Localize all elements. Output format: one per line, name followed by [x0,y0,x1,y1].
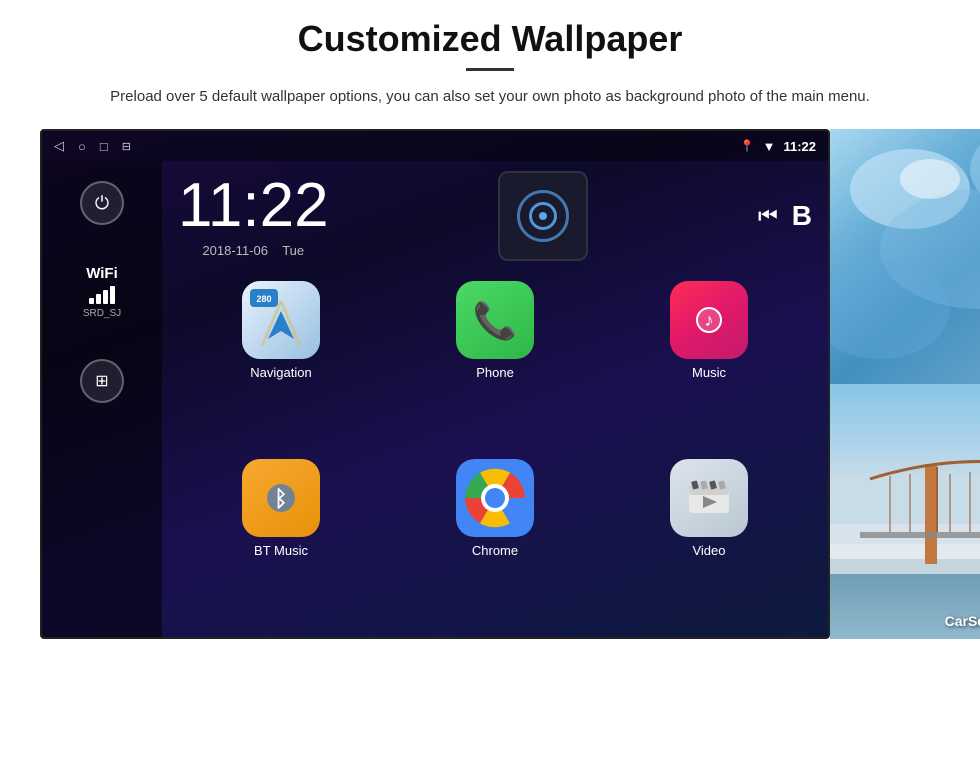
app-icon-video [670,459,748,537]
clock-date: 2018-11-06 Tue [178,243,329,258]
clock-date-value: 2018-11-06 [202,243,268,258]
wifi-widget-dot [539,212,547,220]
app-item-video[interactable]: Video [610,459,808,621]
status-bar: ◁ ○ □ ⊟ 📍 ▼ 11:22 [42,131,828,161]
ice-cave-svg [830,129,980,384]
app-label-music: Music [692,365,726,380]
wifi-bar-4 [110,286,115,304]
ice-wallpaper-visual [830,129,980,384]
power-icon: ⏻ [95,193,109,214]
device-body: ⏻ WiFi SRD_SJ ⊞ [42,161,828,637]
main-display: 11:22 2018-11-06 Tue [162,161,828,637]
app-icon-phone: 📞 [456,281,534,359]
app-label-navigation: Navigation [250,365,311,380]
app-item-phone[interactable]: 📞 Phone [396,281,594,443]
main-content: ◁ ○ □ ⊟ 📍 ▼ 11:22 ⏻ [40,129,940,639]
status-bar-right: 📍 ▼ 11:22 [740,139,816,154]
recents-nav-icon[interactable]: □ [100,139,108,154]
sidebar: ⏻ WiFi SRD_SJ ⊞ [42,161,162,637]
apps-grid-button[interactable]: ⊞ [80,359,124,403]
svg-text:ᛒ: ᛒ [274,486,287,511]
btmusic-svg: ᛒ [256,473,306,523]
app-icon-chrome [456,459,534,537]
page-container: Customized Wallpaper Preload over 5 defa… [0,0,980,758]
wifi-status-icon: ▼ [763,139,776,154]
wifi-bar-1 [89,298,94,304]
bridge-svg [830,384,980,639]
app-icon-btmusic: ᛒ [242,459,320,537]
home-nav-icon[interactable]: ○ [78,139,86,154]
media-letter-b: B [792,200,812,232]
wifi-bar-3 [103,290,108,304]
app-label-chrome: Chrome [472,543,518,558]
top-info: 11:22 2018-11-06 Tue [162,161,828,271]
app-label-btmusic: BT Music [254,543,308,558]
title-divider [466,68,514,71]
wallpaper-thumb-ice[interactable] [830,129,980,384]
wifi-info: WiFi SRD_SJ [83,265,121,319]
music-svg: ♪ [684,295,734,345]
media-controls: ⏮ B [758,200,812,232]
svg-text:📞: 📞 [473,298,518,341]
app-icon-music: ♪ [670,281,748,359]
app-item-navigation[interactable]: 280 Navigation [182,281,380,443]
app-label-video: Video [692,543,725,558]
chrome-svg [456,459,534,537]
grid-icon: ⊞ [95,371,108,391]
wallpaper-thumbnails: CarSetting [830,129,980,639]
carsetting-label: CarSetting [945,613,980,629]
wifi-ssid: SRD_SJ [83,308,121,319]
page-title: Customized Wallpaper [298,18,683,60]
clock-time: 11:22 [178,175,329,237]
wifi-bar-2 [96,294,101,304]
status-bar-left: ◁ ○ □ ⊟ [54,138,131,154]
screenshot-icon[interactable]: ⊟ [122,140,131,153]
app-item-chrome[interactable]: Chrome [396,459,594,621]
wallpaper-thumb-bridge[interactable]: CarSetting [830,384,980,639]
wifi-widget-inner [529,202,557,230]
wifi-label: WiFi [83,265,121,282]
app-item-music[interactable]: ♪ Music [610,281,808,443]
clock-day-value: Tue [282,243,304,258]
apps-grid: 280 Navigation 📞 [162,271,828,637]
wifi-bars [83,286,121,304]
navigation-svg: 280 [242,281,320,359]
status-time: 11:22 [783,139,816,154]
location-icon: 📍 [740,139,755,153]
app-item-btmusic[interactable]: ᛒ BT Music [182,459,380,621]
svg-text:♪: ♪ [705,310,714,330]
wifi-widget-icon[interactable] [498,171,588,261]
device-screen: ◁ ○ □ ⊟ 📍 ▼ 11:22 ⏻ [40,129,830,639]
app-label-phone: Phone [476,365,514,380]
svg-text:280: 280 [256,294,271,304]
page-subtitle: Preload over 5 default wallpaper options… [110,85,870,109]
power-button[interactable]: ⏻ [80,181,124,225]
app-icon-navigation: 280 [242,281,320,359]
wifi-widget-outer [517,190,569,242]
clock-area: 11:22 2018-11-06 Tue [178,175,329,258]
media-prev-button[interactable]: ⏮ [758,203,778,229]
video-svg [684,473,734,523]
back-nav-icon[interactable]: ◁ [54,138,64,154]
phone-svg: 📞 [470,295,520,345]
